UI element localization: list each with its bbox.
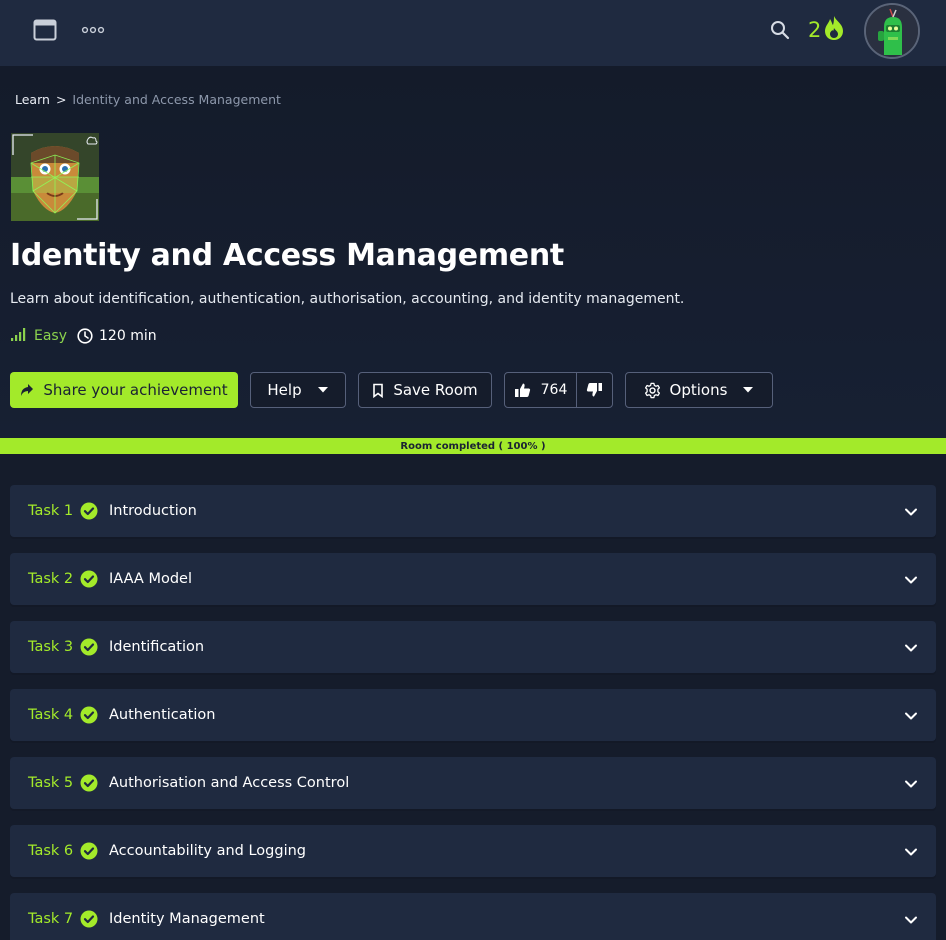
duration-label: 120 min xyxy=(99,328,157,344)
room-meta: Easy 120 min xyxy=(10,326,157,346)
breadcrumb-separator: > xyxy=(55,92,67,107)
task-number: Task 7 xyxy=(28,911,74,927)
breadcrumb: Learn > Identity and Access Management xyxy=(15,92,281,107)
task-row[interactable]: Task 2 IAAA Model xyxy=(10,553,936,605)
help-dropdown-button[interactable]: Help xyxy=(250,372,346,408)
chevron-down-icon[interactable] xyxy=(904,572,918,586)
caret-down-icon xyxy=(317,386,329,394)
task-row[interactable]: Task 7 Identity Management xyxy=(10,893,936,940)
gear-icon xyxy=(644,382,661,399)
chevron-down-icon[interactable] xyxy=(904,708,918,722)
streak-counter[interactable]: 2 xyxy=(808,14,845,46)
thumbs-up-icon xyxy=(514,382,531,398)
upvote-count: 764 xyxy=(540,382,568,398)
more-dots-icon[interactable] xyxy=(81,20,105,40)
avatar[interactable] xyxy=(864,3,920,59)
check-circle-icon xyxy=(80,910,98,928)
task-title: Authorisation and Access Control xyxy=(109,775,350,791)
share-achievement-label: Share your achievement xyxy=(43,381,228,399)
options-dropdown-button[interactable]: Options xyxy=(625,372,773,408)
share-arrow-icon xyxy=(20,383,34,397)
share-achievement-button[interactable]: Share your achievement xyxy=(10,372,238,408)
streak-count: 2 xyxy=(808,18,822,42)
difficulty-label: Easy xyxy=(34,328,68,344)
flame-icon xyxy=(823,15,845,45)
room-thumbnail xyxy=(11,133,99,221)
chevron-down-icon[interactable] xyxy=(904,776,918,790)
chevron-down-icon[interactable] xyxy=(904,912,918,926)
task-title: Accountability and Logging xyxy=(109,843,307,859)
browser-window-icon[interactable] xyxy=(33,19,57,41)
room-description: Learn about identification, authenticati… xyxy=(10,291,685,307)
task-row[interactable]: Task 4 Authentication xyxy=(10,689,936,741)
check-circle-icon xyxy=(80,706,98,724)
options-label: Options xyxy=(669,381,728,399)
task-number: Task 3 xyxy=(28,639,74,655)
check-circle-icon xyxy=(80,774,98,792)
task-number: Task 5 xyxy=(28,775,74,791)
task-number: Task 4 xyxy=(28,707,74,723)
task-title: Identity Management xyxy=(109,911,265,927)
save-room-label: Save Room xyxy=(393,381,478,399)
bookmark-icon xyxy=(372,383,384,398)
thumbs-down-icon xyxy=(586,382,603,398)
task-row[interactable]: Task 3 Identification xyxy=(10,621,936,673)
help-label: Help xyxy=(267,381,302,399)
breadcrumb-learn-link[interactable]: Learn xyxy=(15,92,50,107)
task-title: Introduction xyxy=(109,503,197,519)
task-title: Authentication xyxy=(109,707,216,723)
task-row[interactable]: Task 6 Accountability and Logging xyxy=(10,825,936,877)
chevron-down-icon[interactable] xyxy=(904,504,918,518)
task-number: Task 1 xyxy=(28,503,74,519)
chevron-down-icon[interactable] xyxy=(904,640,918,654)
task-row[interactable]: Task 5 Authorisation and Access Control xyxy=(10,757,936,809)
breadcrumb-current: Identity and Access Management xyxy=(72,92,281,107)
room-progress-bar: Room completed ( 100% ) xyxy=(0,438,946,454)
vote-group: 764 xyxy=(504,372,613,408)
task-title: IAAA Model xyxy=(109,571,192,587)
check-circle-icon xyxy=(80,502,98,520)
search-icon[interactable] xyxy=(770,20,790,40)
check-circle-icon xyxy=(80,842,98,860)
check-circle-icon xyxy=(80,570,98,588)
progress-label: Room completed ( 100% ) xyxy=(400,440,546,452)
check-circle-icon xyxy=(80,638,98,656)
upvote-button[interactable]: 764 xyxy=(505,373,577,407)
task-row[interactable]: Task 1 Introduction xyxy=(10,485,936,537)
caret-down-icon xyxy=(742,386,754,394)
signal-bars-icon xyxy=(10,326,28,346)
downvote-button[interactable] xyxy=(577,373,612,407)
chevron-down-icon[interactable] xyxy=(904,844,918,858)
top-bar: 2 xyxy=(0,0,946,66)
clock-icon xyxy=(77,328,93,344)
save-room-button[interactable]: Save Room xyxy=(358,372,492,408)
task-title: Identification xyxy=(109,639,205,655)
room-title: Identity and Access Management xyxy=(10,238,564,273)
task-number: Task 6 xyxy=(28,843,74,859)
task-number: Task 2 xyxy=(28,571,74,587)
